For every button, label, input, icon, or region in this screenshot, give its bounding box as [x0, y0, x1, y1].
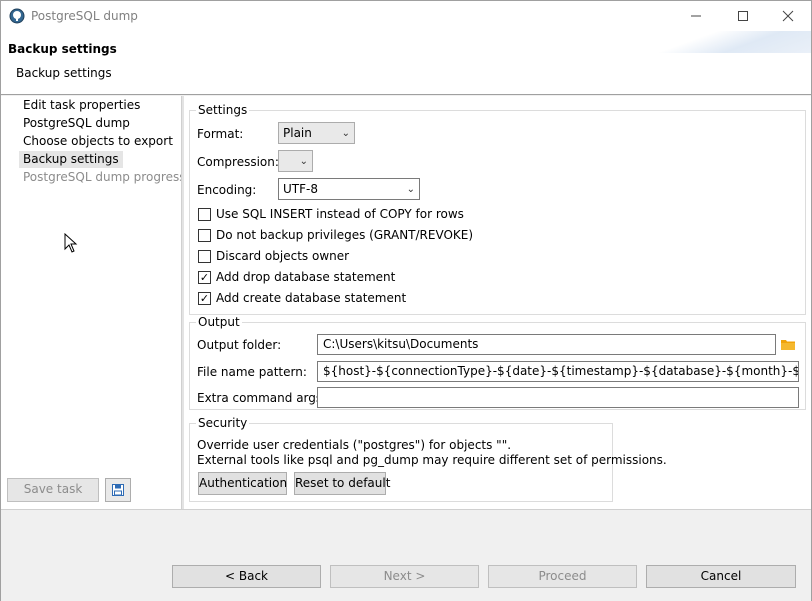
cancel-button[interactable]: Cancel — [646, 565, 796, 588]
extra-args-label: Extra command args: — [197, 391, 327, 405]
file-pattern-label: File name pattern: — [197, 365, 307, 379]
security-group: Security Override user credentials ("pos… — [189, 416, 667, 502]
chevron-down-icon: ⌄ — [299, 156, 308, 167]
nav-item-dump-progress: PostgreSQL dump progress — [23, 170, 186, 184]
extra-args-input[interactable] — [317, 387, 799, 408]
output-folder-input[interactable]: C:\Users\kitsu\Documents — [317, 334, 776, 355]
compression-label: Compression: — [197, 155, 279, 169]
dump-wizard-window: PostgreSQL dump Backup settings Backup s… — [0, 0, 812, 601]
nav-item-postgresql-dump[interactable]: PostgreSQL dump — [19, 115, 134, 132]
wizard-header: Backup settings Backup settings — [1, 31, 811, 95]
postgresql-elephant-icon — [9, 8, 25, 24]
file-pattern-input[interactable]: ${host}-${connectionType}-${date}-${time… — [317, 361, 799, 382]
security-permissions-text: External tools like psql and pg_dump may… — [197, 453, 667, 467]
mouse-cursor-icon — [64, 233, 78, 253]
security-group-title: Security — [196, 416, 250, 430]
add-create-db-checkbox[interactable]: ✓ Add create database statement — [198, 291, 406, 305]
save-template-button[interactable] — [105, 478, 131, 502]
authentication-button[interactable]: Authentication — [198, 472, 287, 495]
add-create-db-label: Add create database statement — [216, 291, 407, 305]
format-label: Format: — [197, 127, 244, 141]
no-privileges-checkbox[interactable]: Do not backup privileges (GRANT/REVOKE) — [198, 228, 473, 242]
page-title: Backup settings — [8, 42, 117, 56]
close-button[interactable] — [765, 1, 811, 31]
page-subtitle: Backup settings — [16, 66, 112, 80]
format-dropdown[interactable]: Plain ⌄ — [278, 122, 355, 144]
no-privileges-label: Do not backup privileges (GRANT/REVOKE) — [216, 228, 474, 242]
maximize-icon — [738, 11, 748, 21]
minimize-icon — [691, 15, 701, 17]
nav-item-choose-objects[interactable]: Choose objects to export — [19, 133, 177, 150]
encoding-dropdown[interactable]: UTF-8 ⌄ — [278, 178, 420, 200]
wizard-navigation: Edit task properties PostgreSQL dump Cho… — [1, 96, 186, 509]
window-title: PostgreSQL dump — [31, 9, 138, 23]
settings-group-title: Settings — [196, 103, 250, 117]
add-drop-db-label: Add drop database statement — [216, 270, 396, 284]
folder-icon[interactable] — [781, 338, 795, 350]
next-button: Next > — [330, 565, 479, 588]
title-bar: PostgreSQL dump — [1, 1, 811, 31]
save-icon — [112, 484, 124, 496]
save-task-button: Save task — [7, 478, 99, 502]
nav-item-backup-settings[interactable]: Backup settings — [19, 151, 123, 168]
chevron-down-icon: ⌄ — [341, 128, 350, 139]
output-group-title: Output — [196, 315, 242, 329]
wizard-footer: < Back Next > Proceed Cancel — [1, 509, 811, 601]
checkbox-unchecked-icon — [198, 249, 211, 263]
encoding-value: UTF-8 — [283, 182, 318, 196]
header-decoration — [651, 31, 811, 53]
proceed-button: Proceed — [488, 565, 637, 588]
back-button[interactable]: < Back — [172, 565, 321, 588]
encoding-label: Encoding: — [197, 183, 257, 197]
format-value: Plain — [283, 126, 312, 140]
discard-owner-label: Discard objects owner — [216, 249, 350, 263]
discard-owner-checkbox[interactable]: Discard objects owner — [198, 249, 349, 263]
checkbox-unchecked-icon — [198, 207, 211, 221]
checkbox-unchecked-icon — [198, 228, 211, 242]
chevron-down-icon: ⌄ — [406, 184, 415, 195]
close-icon — [782, 10, 794, 22]
output-folder-label: Output folder: — [197, 338, 282, 352]
checkmark-icon: ✓ — [198, 291, 211, 305]
nav-item-edit-task-properties[interactable]: Edit task properties — [19, 97, 144, 114]
compression-dropdown[interactable]: ⌄ — [278, 150, 313, 172]
output-group: Output Output folder: C:\Users\kitsu\Doc… — [189, 315, 806, 410]
security-credentials-text: Override user credentials ("postgres") f… — [197, 438, 512, 452]
use-insert-checkbox[interactable]: Use SQL INSERT instead of COPY for rows — [198, 207, 464, 221]
minimize-button[interactable] — [673, 1, 719, 31]
settings-group: Settings Format: Plain ⌄ Compression: ⌄ … — [189, 103, 806, 315]
reset-to-default-button[interactable]: Reset to default — [294, 472, 390, 495]
add-drop-db-checkbox[interactable]: ✓ Add drop database statement — [198, 270, 395, 284]
settings-panel: Settings Format: Plain ⌄ Compression: ⌄ … — [184, 96, 811, 509]
maximize-button[interactable] — [720, 1, 766, 31]
checkmark-icon: ✓ — [198, 270, 211, 284]
use-insert-label: Use SQL INSERT instead of COPY for rows — [216, 207, 464, 221]
